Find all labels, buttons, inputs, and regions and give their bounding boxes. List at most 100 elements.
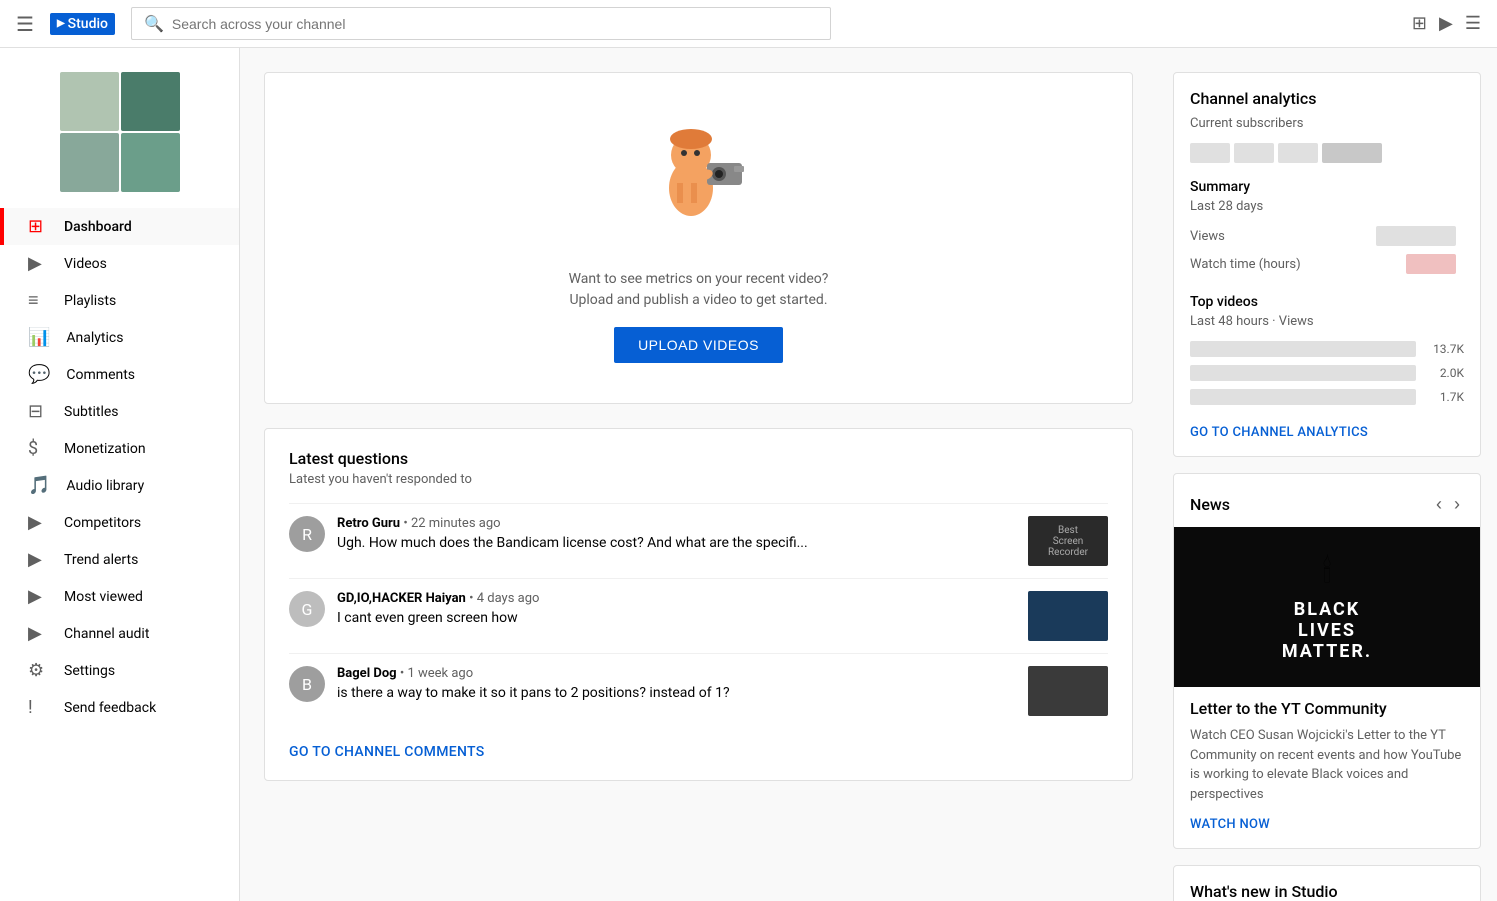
more-icon[interactable]: ☰ bbox=[1465, 13, 1481, 34]
question-content: Retro Guru • 22 minutes ago Ugh. How muc… bbox=[337, 516, 1016, 551]
top-video-bar-2 bbox=[1190, 365, 1416, 381]
settings-icon: ⚙ bbox=[28, 660, 48, 681]
sidebar-item-label: Audio library bbox=[66, 478, 144, 494]
avatar-cell bbox=[121, 133, 180, 192]
question-text: I cant even green screen how bbox=[337, 610, 1016, 626]
news-card-header: News ‹ › bbox=[1174, 474, 1480, 527]
news-article-desc: Watch CEO Susan Wojcicki's Letter to the… bbox=[1190, 726, 1464, 804]
play-circle-icon[interactable]: ▶ bbox=[1439, 13, 1453, 34]
right-panel: Channel analytics Current subscribers Su… bbox=[1157, 48, 1497, 901]
camera-illustration bbox=[639, 113, 759, 233]
question-content: GD,IO,HACKER Haiyan • 4 days ago I cant … bbox=[337, 591, 1016, 626]
logo-box: ▶ Studio bbox=[50, 13, 115, 35]
header: ☰ ▶ Studio 🔍 ⊞ ▶ ☰ bbox=[0, 0, 1497, 48]
trend-icon: ▶ bbox=[28, 549, 48, 570]
go-to-comments-link[interactable]: GO TO CHANNEL COMMENTS bbox=[289, 744, 485, 760]
sidebar-item-label: Monetization bbox=[64, 441, 146, 457]
sidebar-item-trend-alerts[interactable]: ▶ Trend alerts bbox=[0, 541, 239, 578]
most-viewed-icon: ▶ bbox=[28, 586, 48, 607]
sidebar-item-subtitles[interactable]: ⊟ Subtitles bbox=[0, 393, 239, 430]
sidebar: ⊞ Dashboard ▶ Videos ≡ Playlists 📊 Analy… bbox=[0, 48, 240, 901]
avatar-cell bbox=[60, 133, 119, 192]
news-card: News ‹ › 🕯 BLACK LIVES MATTER. Letter t bbox=[1173, 473, 1481, 849]
sidebar-item-competitors[interactable]: ▶ Competitors bbox=[0, 504, 239, 541]
news-image: 🕯 BLACK LIVES MATTER. bbox=[1174, 527, 1480, 687]
question-meta: Bagel Dog • 1 week ago bbox=[337, 666, 1016, 681]
whats-new-title: What's new in Studio bbox=[1190, 882, 1464, 901]
watch-now-link[interactable]: WATCH NOW bbox=[1190, 817, 1270, 832]
top-video-bar-3 bbox=[1190, 389, 1416, 405]
avatar: R bbox=[289, 516, 325, 552]
watch-time-row: Watch time (hours) bbox=[1190, 250, 1464, 278]
candle-icon: 🕯 bbox=[1322, 552, 1331, 591]
questions-title: Latest questions bbox=[289, 449, 1108, 468]
sidebar-item-label: Send feedback bbox=[64, 700, 156, 716]
upload-illustration bbox=[289, 113, 1108, 253]
avatar: G bbox=[289, 591, 325, 627]
competitors-icon: ▶ bbox=[28, 512, 48, 533]
question-item: G GD,IO,HACKER Haiyan • 4 days ago I can… bbox=[289, 578, 1108, 653]
subtitles-icon: ⊟ bbox=[28, 401, 48, 422]
top-video-row: 2.0K bbox=[1190, 361, 1464, 385]
skel-block bbox=[1234, 143, 1274, 163]
analytics-panel-title: Channel analytics bbox=[1190, 89, 1464, 108]
summary-section: Summary Last 28 days Views Watch time (h… bbox=[1190, 179, 1464, 278]
menu-icon[interactable]: ☰ bbox=[16, 12, 34, 36]
comments-icon: 💬 bbox=[28, 364, 50, 385]
analytics-icon: 📊 bbox=[28, 327, 50, 348]
news-nav-buttons: ‹ › bbox=[1432, 490, 1464, 519]
question-thumbnail bbox=[1028, 591, 1108, 641]
news-next-button[interactable]: › bbox=[1450, 490, 1464, 519]
skel-block bbox=[1190, 143, 1230, 163]
news-article-title: Letter to the YT Community bbox=[1190, 699, 1464, 718]
audit-icon: ▶ bbox=[28, 623, 48, 644]
top-video-count-1: 13.7K bbox=[1424, 342, 1464, 356]
sidebar-item-playlists[interactable]: ≡ Playlists bbox=[0, 282, 239, 319]
search-bar: 🔍 bbox=[131, 7, 831, 40]
sidebar-item-channel-audit[interactable]: ▶ Channel audit bbox=[0, 615, 239, 652]
sidebar-item-videos[interactable]: ▶ Videos bbox=[0, 245, 239, 282]
top-video-row: 13.7K bbox=[1190, 337, 1464, 361]
sidebar-item-comments[interactable]: 💬 Comments bbox=[0, 356, 239, 393]
audio-icon: 🎵 bbox=[28, 475, 50, 496]
sidebar-item-dashboard[interactable]: ⊞ Dashboard bbox=[0, 208, 239, 245]
sidebar-item-label: Analytics bbox=[66, 330, 123, 346]
videos-icon: ▶ bbox=[28, 253, 48, 274]
top-videos-title: Top videos bbox=[1190, 294, 1464, 310]
question-item: B Bagel Dog • 1 week ago is there a way … bbox=[289, 653, 1108, 728]
summary-title: Summary bbox=[1190, 179, 1464, 195]
sidebar-item-analytics[interactable]: 📊 Analytics bbox=[0, 319, 239, 356]
avatar-cell bbox=[60, 72, 119, 131]
questions-subtitle: Latest you haven't responded to bbox=[289, 472, 1108, 487]
news-body: Letter to the YT Community Watch CEO Sus… bbox=[1174, 687, 1480, 848]
sidebar-item-send-feedback[interactable]: ! Send feedback bbox=[0, 689, 239, 726]
views-bar bbox=[1376, 226, 1456, 246]
question-meta: Retro Guru • 22 minutes ago bbox=[337, 516, 1016, 531]
sidebar-item-monetization[interactable]: $ Monetization bbox=[0, 430, 239, 467]
sidebar-item-settings[interactable]: ⚙ Settings bbox=[0, 652, 239, 689]
upload-videos-button[interactable]: UPLOAD VIDEOS bbox=[614, 327, 783, 363]
sidebar-item-audio-library[interactable]: 🎵 Audio library bbox=[0, 467, 239, 504]
avatar: B bbox=[289, 666, 325, 702]
sidebar-item-label: Most viewed bbox=[64, 589, 143, 605]
upload-text: Want to see metrics on your recent video… bbox=[289, 269, 1108, 311]
sidebar-item-most-viewed[interactable]: ▶ Most viewed bbox=[0, 578, 239, 615]
question-thumbnail bbox=[1028, 666, 1108, 716]
upload-card: Want to see metrics on your recent video… bbox=[264, 72, 1133, 404]
sidebar-item-label: Dashboard bbox=[64, 219, 132, 235]
views-row: Views bbox=[1190, 222, 1464, 250]
question-thumbnail: BestScreenRecorder bbox=[1028, 516, 1108, 566]
search-input[interactable] bbox=[172, 16, 818, 32]
sidebar-item-label: Comments bbox=[66, 367, 135, 383]
go-to-channel-analytics-link[interactable]: GO TO CHANNEL ANALYTICS bbox=[1190, 425, 1464, 440]
top-video-count-3: 1.7K bbox=[1424, 390, 1464, 404]
main-content: Want to see metrics on your recent video… bbox=[240, 48, 1157, 901]
news-prev-button[interactable]: ‹ bbox=[1432, 490, 1446, 519]
question-text: is there a way to make it so it pans to … bbox=[337, 685, 1016, 701]
question-text: Ugh. How much does the Bandicam license … bbox=[337, 535, 1016, 551]
question-item: R Retro Guru • 22 minutes ago Ugh. How m… bbox=[289, 503, 1108, 578]
studio-logo: ▶ Studio bbox=[50, 13, 115, 35]
top-video-bar-1 bbox=[1190, 341, 1416, 357]
questions-card: Latest questions Latest you haven't resp… bbox=[264, 428, 1133, 781]
grid-icon[interactable]: ⊞ bbox=[1412, 13, 1427, 34]
